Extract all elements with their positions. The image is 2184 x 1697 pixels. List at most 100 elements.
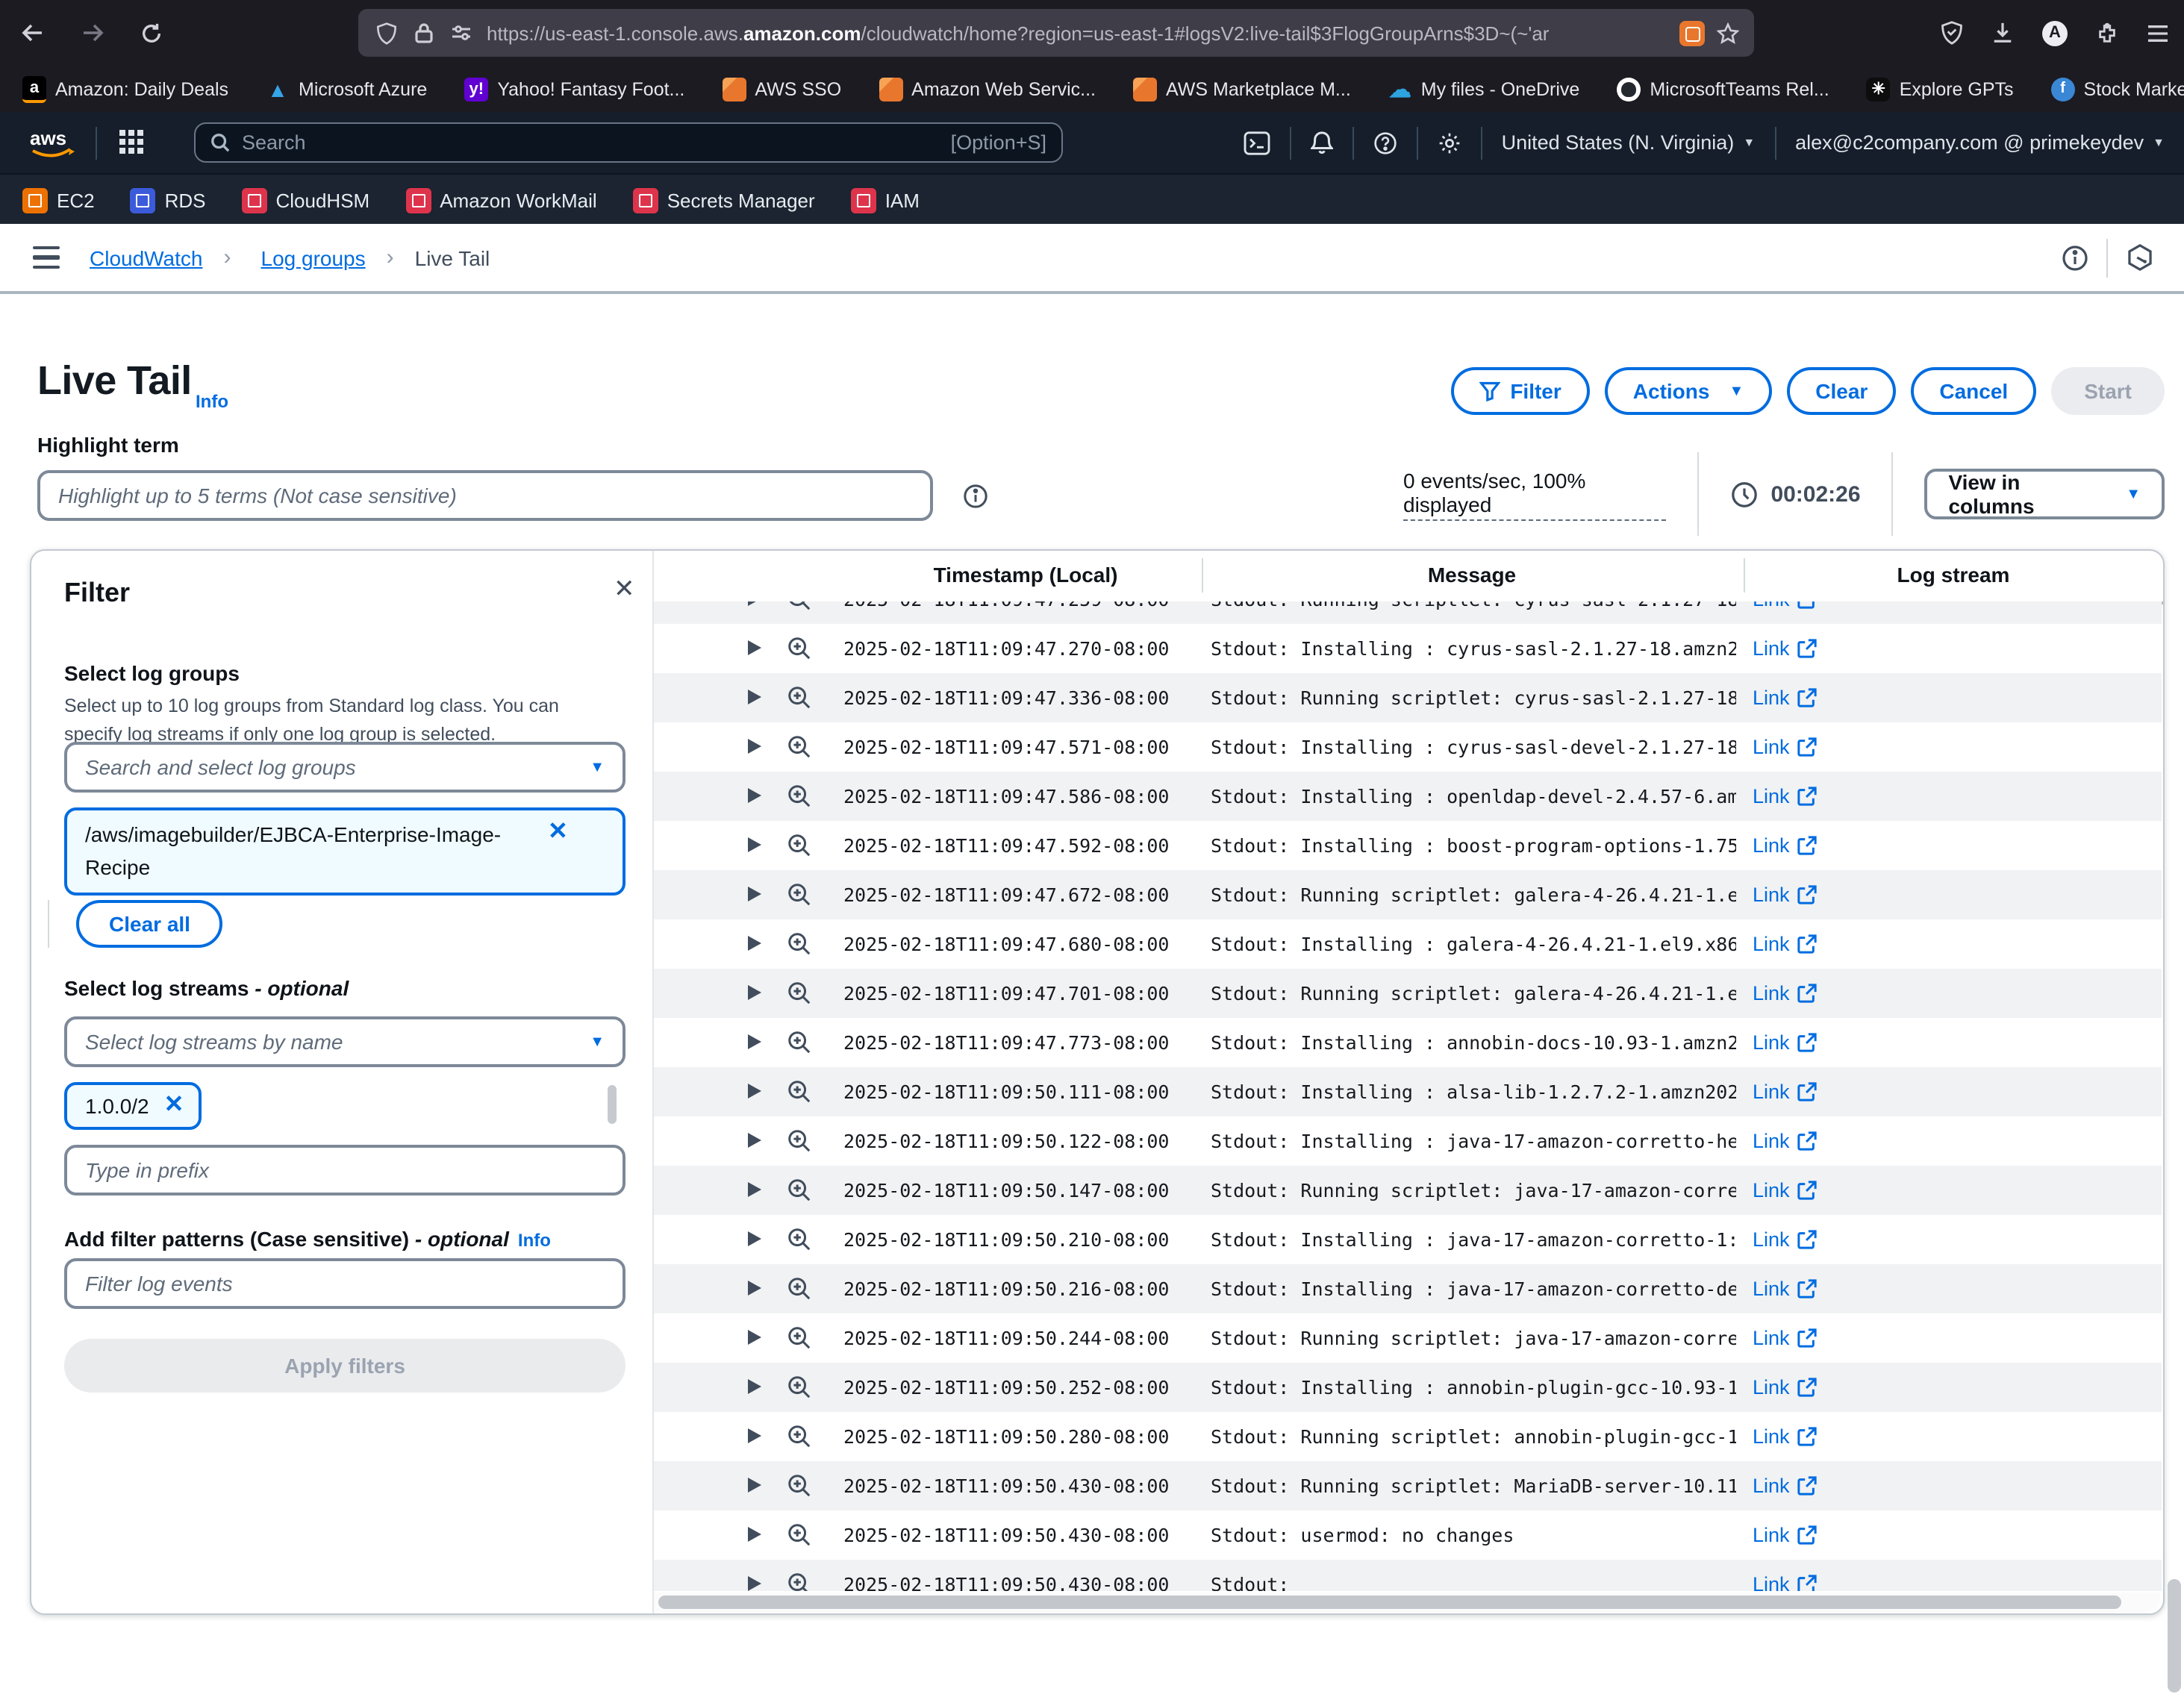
token-list-scrollbar[interactable] xyxy=(608,1085,617,1124)
inspect-event-icon[interactable] xyxy=(787,636,812,661)
close-icon[interactable]: ✕ xyxy=(614,575,635,604)
expand-row-icon[interactable] xyxy=(748,601,761,606)
services-grid-icon[interactable] xyxy=(119,130,143,154)
highlight-term-input[interactable] xyxy=(37,470,933,521)
log-stream-link[interactable]: Link xyxy=(1753,1215,1817,1264)
clear-all-button[interactable]: Clear all xyxy=(76,900,223,948)
lock-icon[interactable] xyxy=(415,22,433,43)
patterns-info-link[interactable]: Info xyxy=(518,1230,551,1251)
expand-row-icon[interactable] xyxy=(748,1133,761,1148)
shield-icon[interactable] xyxy=(376,22,397,44)
inspect-event-icon[interactable] xyxy=(787,882,812,907)
log-stream-link[interactable]: Link xyxy=(1753,1264,1817,1313)
clear-button[interactable]: Clear xyxy=(1787,367,1896,415)
cloudshell-icon[interactable] xyxy=(1244,131,1270,154)
bookmark-item[interactable]: Amazon Web Servic... xyxy=(879,77,1096,101)
favorite-service-cloudhsm[interactable]: CloudHSM xyxy=(242,187,370,213)
back-icon[interactable] xyxy=(21,21,45,45)
cancel-button[interactable]: Cancel xyxy=(1911,367,2036,415)
breadcrumb-log-groups[interactable]: Log groups xyxy=(261,246,366,269)
filter-button[interactable]: Filter xyxy=(1450,367,1589,415)
actions-button[interactable]: Actions▼ xyxy=(1605,367,1773,415)
bookmark-item[interactable]: MicrosoftTeams Rel... xyxy=(1617,77,1829,101)
inspect-event-icon[interactable] xyxy=(787,931,812,957)
log-stream-link[interactable]: Link xyxy=(1753,601,1817,624)
log-stream-link[interactable]: Link xyxy=(1753,969,1817,1018)
inspect-event-icon[interactable] xyxy=(787,1522,812,1548)
filter-pattern-input[interactable] xyxy=(64,1258,625,1309)
log-stream-link[interactable]: Link xyxy=(1753,1166,1817,1215)
bookmark-item[interactable]: AWS SSO xyxy=(722,77,841,101)
apply-filters-button[interactable]: Apply filters xyxy=(64,1339,625,1393)
account-menu[interactable]: alex@c2company.com @ primekeydev xyxy=(1795,131,2144,154)
url-bar[interactable]: https://us-east-1.console.aws.amazon.com… xyxy=(358,9,1754,57)
expand-row-icon[interactable] xyxy=(748,1478,761,1493)
inspect-event-icon[interactable] xyxy=(787,601,812,612)
log-stream-link[interactable]: Link xyxy=(1753,1067,1817,1116)
log-stream-link[interactable]: Link xyxy=(1753,919,1817,969)
remove-log-stream-icon[interactable]: ✕ xyxy=(164,1092,184,1120)
log-stream-link[interactable]: Link xyxy=(1753,673,1817,722)
bookmark-item[interactable]: aAmazon: Daily Deals xyxy=(22,75,228,102)
aws-search-input[interactable]: Search [Option+S] xyxy=(194,122,1063,163)
bookmark-item[interactable]: y!Yahoo! Fantasy Foot... xyxy=(464,77,684,101)
log-stream-link[interactable]: Link xyxy=(1753,1313,1817,1363)
reload-icon[interactable] xyxy=(140,22,163,44)
bookmark-item[interactable]: ☁My files - OneDrive xyxy=(1388,77,1580,101)
inspect-event-icon[interactable] xyxy=(787,685,812,710)
bookmark-item[interactable]: ✳Explore GPTs xyxy=(1867,77,2014,101)
log-stream-link[interactable]: Link xyxy=(1753,722,1817,772)
log-stream-link[interactable]: Link xyxy=(1753,1461,1817,1510)
inspect-event-icon[interactable] xyxy=(787,1325,812,1351)
pocket-shield-icon[interactable] xyxy=(1941,21,1963,45)
log-groups-select[interactable]: Search and select log groups▼ xyxy=(64,742,625,793)
expand-row-icon[interactable] xyxy=(748,1034,761,1049)
menu-icon[interactable] xyxy=(2147,23,2169,43)
favorite-service-iam[interactable]: IAM xyxy=(851,187,920,213)
inspect-event-icon[interactable] xyxy=(787,1276,812,1301)
log-stream-link[interactable]: Link xyxy=(1753,1116,1817,1166)
notifications-bell-icon[interactable] xyxy=(1311,130,1333,155)
expand-row-icon[interactable] xyxy=(748,936,761,951)
permissions-icon[interactable] xyxy=(451,24,472,42)
expand-row-icon[interactable] xyxy=(748,1330,761,1345)
bookmark-item[interactable]: ▲Microsoft Azure xyxy=(266,77,427,101)
events-rate-link[interactable]: 0 events/sec, 100% displayed xyxy=(1403,468,1667,520)
expand-row-icon[interactable] xyxy=(748,1281,761,1296)
log-stream-link[interactable]: Link xyxy=(1753,1018,1817,1067)
cloudshell-hex-icon[interactable] xyxy=(2126,243,2154,272)
extensions-icon[interactable] xyxy=(2096,22,2118,44)
log-stream-link[interactable]: Link xyxy=(1753,624,1817,673)
inspect-event-icon[interactable] xyxy=(787,1030,812,1055)
highlight-info-icon[interactable] xyxy=(963,484,988,509)
expand-row-icon[interactable] xyxy=(748,1084,761,1098)
side-menu-icon[interactable] xyxy=(33,246,60,269)
favorite-service-ec2[interactable]: EC2 xyxy=(22,187,95,213)
log-stream-link[interactable]: Link xyxy=(1753,1560,1817,1591)
log-stream-link[interactable]: Link xyxy=(1753,870,1817,919)
expand-row-icon[interactable] xyxy=(748,690,761,704)
region-selector[interactable]: United States (N. Virginia) xyxy=(1502,131,1735,154)
log-stream-link[interactable]: Link xyxy=(1753,821,1817,870)
favorite-service-rds[interactable]: RDS xyxy=(131,187,206,213)
inspect-event-icon[interactable] xyxy=(787,1473,812,1498)
expand-row-icon[interactable] xyxy=(748,1527,761,1542)
help-icon[interactable] xyxy=(1373,131,1397,154)
bookmark-item[interactable]: fStock Market Map xyxy=(2051,77,2184,101)
inspect-event-icon[interactable] xyxy=(787,784,812,809)
expand-row-icon[interactable] xyxy=(748,1428,761,1443)
info-icon[interactable] xyxy=(2062,244,2088,271)
inspect-event-icon[interactable] xyxy=(787,1227,812,1252)
inspect-event-icon[interactable] xyxy=(787,1079,812,1104)
inspect-event-icon[interactable] xyxy=(787,981,812,1006)
inspect-event-icon[interactable] xyxy=(787,1572,812,1591)
bookmark-item[interactable]: AWS Marketplace M... xyxy=(1133,77,1351,101)
log-stream-link[interactable]: Link xyxy=(1753,772,1817,821)
log-stream-link[interactable]: Link xyxy=(1753,1412,1817,1461)
inspect-event-icon[interactable] xyxy=(787,1424,812,1449)
expand-row-icon[interactable] xyxy=(748,1576,761,1591)
expand-row-icon[interactable] xyxy=(748,1231,761,1246)
aws-logo[interactable]: aws xyxy=(27,125,81,160)
start-button[interactable]: Start xyxy=(2051,367,2165,415)
favorite-service-secrets-manager[interactable]: Secrets Manager xyxy=(633,187,815,213)
